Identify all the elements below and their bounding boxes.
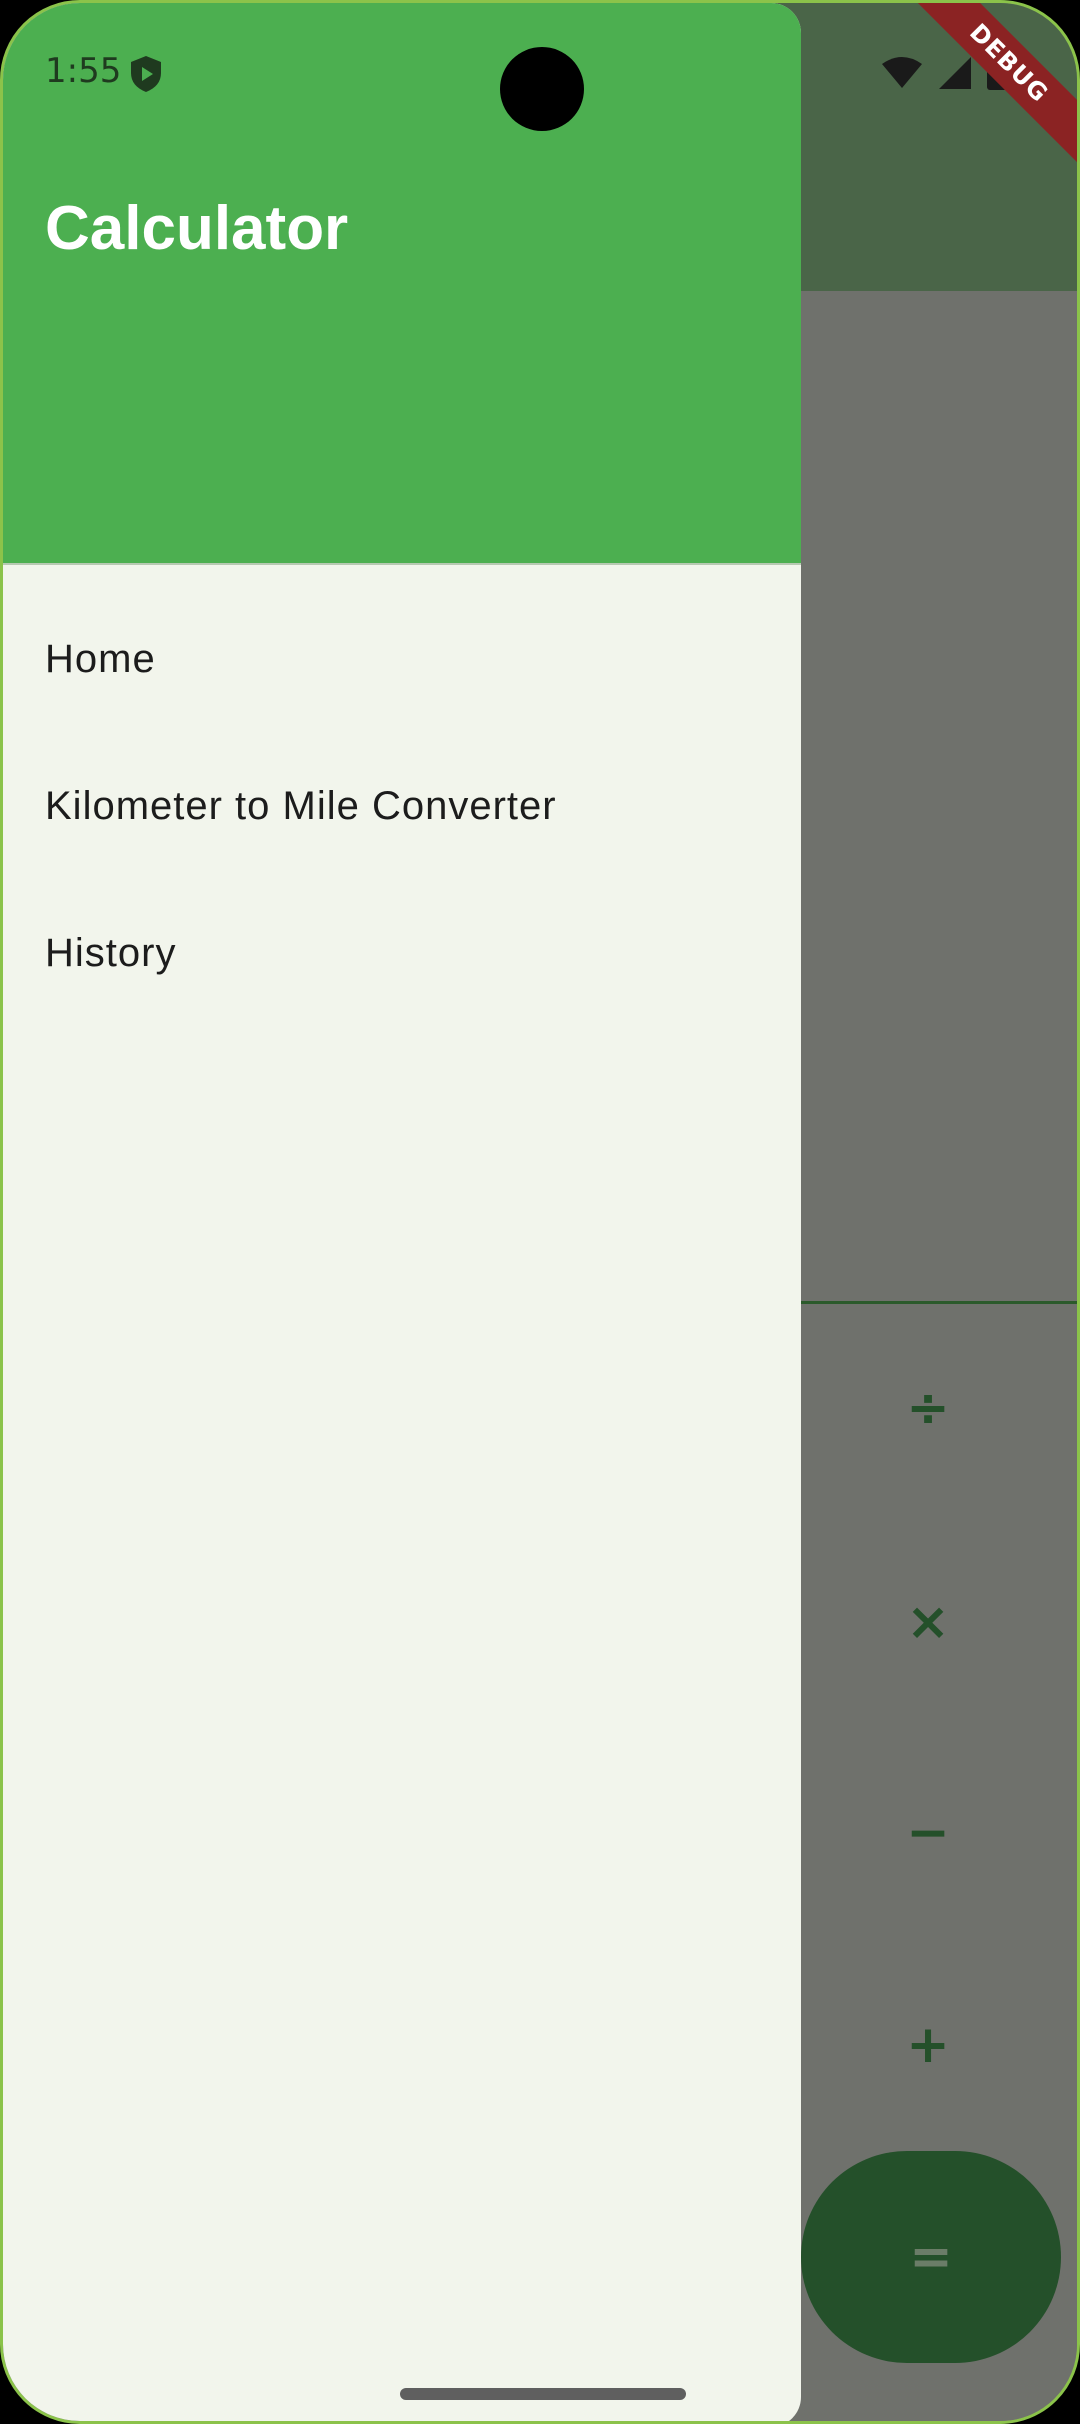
phone-screen: ÷ × − + = DEBUG 1:55 Calculator Home Kil… xyxy=(0,0,1080,2424)
drawer-item-label: Kilometer to Mile Converter xyxy=(45,784,557,828)
shield-play-icon xyxy=(131,56,161,92)
drawer-item-label: Home xyxy=(45,637,156,681)
home-indicator[interactable] xyxy=(400,2388,686,2400)
navigation-drawer: 1:55 Calculator Home Kilometer to Mile C… xyxy=(3,3,801,2421)
divide-button[interactable]: ÷ xyxy=(801,1333,1055,1483)
display-divider xyxy=(801,1301,1077,1304)
drawer-header: 1:55 Calculator xyxy=(3,3,801,565)
camera-cutout xyxy=(500,47,584,131)
wifi-icon xyxy=(882,57,922,88)
status-time: 1:55 xyxy=(45,51,122,91)
drawer-item-km-mile-converter[interactable]: Kilometer to Mile Converter xyxy=(3,733,801,880)
drawer-item-home[interactable]: Home xyxy=(3,586,801,733)
subtract-button[interactable]: − xyxy=(801,1758,1055,1908)
drawer-title: Calculator xyxy=(45,194,349,263)
multiply-button[interactable]: × xyxy=(801,1547,1055,1697)
add-button[interactable]: + xyxy=(801,1970,1055,2120)
equals-button[interactable]: = xyxy=(801,2151,1061,2363)
drawer-item-history[interactable]: History xyxy=(3,880,801,1027)
drawer-item-label: History xyxy=(45,931,177,975)
signal-icon xyxy=(939,57,971,89)
